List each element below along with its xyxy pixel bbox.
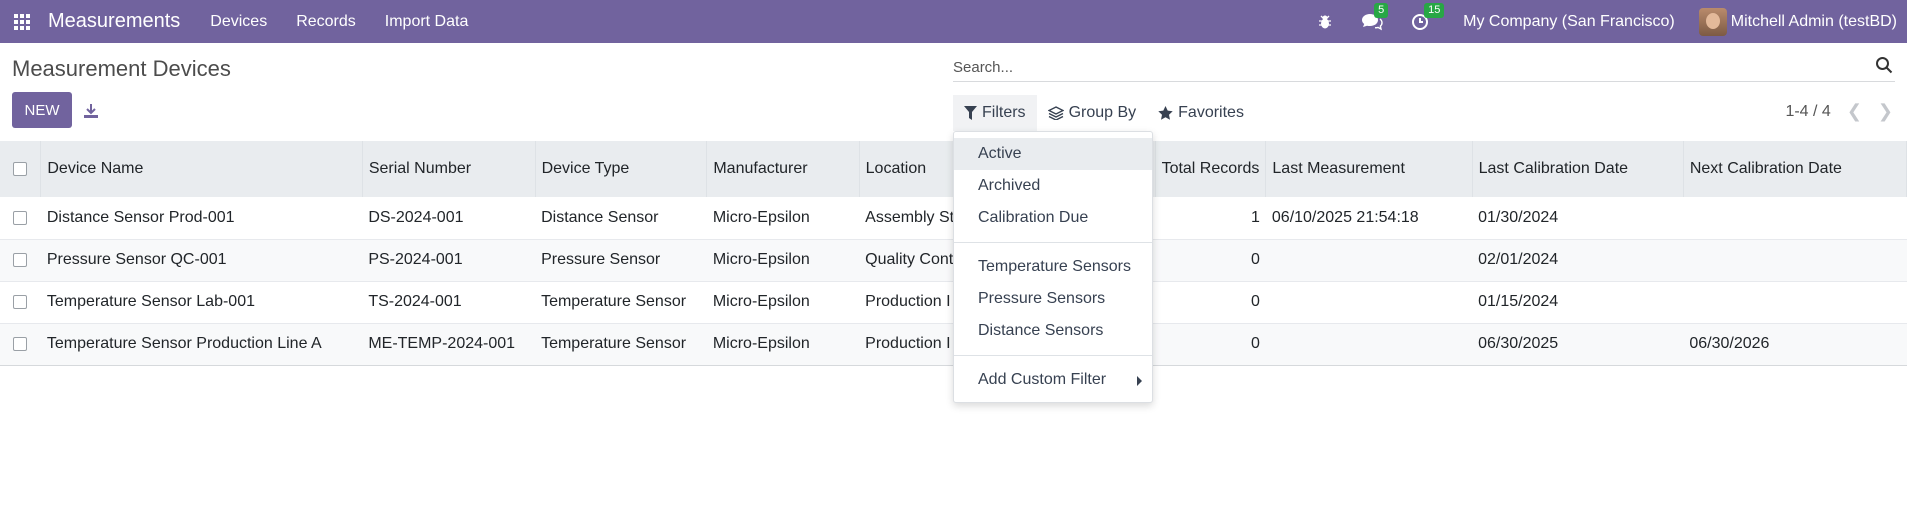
device-name-cell[interactable]: Temperature Sensor Lab-001 [41, 281, 362, 323]
device-name-cell[interactable]: Temperature Sensor Production Line A [41, 323, 362, 365]
avatar [1698, 7, 1727, 36]
column-header[interactable]: Last Calibration Date [1472, 141, 1684, 197]
debug-bug-icon[interactable] [1317, 14, 1333, 30]
device-type-cell[interactable]: Temperature Sensor [535, 323, 707, 365]
add-custom-filter[interactable]: Add Custom Filter [954, 364, 1152, 396]
filter-calibration-due[interactable]: Calibration Due [954, 202, 1152, 234]
last-measurement-cell[interactable] [1266, 239, 1472, 281]
user-name: Mitchell Admin (testBD) [1730, 12, 1897, 30]
column-header[interactable]: Device Type [535, 141, 708, 197]
nav-item-devices[interactable]: Devices [210, 13, 267, 31]
chevron-right-icon[interactable]: ❯ [1878, 101, 1893, 122]
chevron-left-icon[interactable]: ❮ [1847, 101, 1862, 122]
chat-count-badge: 5 [1374, 2, 1389, 18]
manufacturer-cell[interactable]: Micro-Epsilon [707, 239, 859, 281]
serial-cell[interactable]: PS-2024-001 [362, 239, 535, 281]
serial-cell[interactable]: TS-2024-001 [362, 281, 535, 323]
next-calibration-cell[interactable] [1683, 239, 1906, 281]
search-input[interactable] [953, 54, 1853, 80]
row-checkbox[interactable] [0, 281, 41, 323]
filter-distance-sensors[interactable]: Distance Sensors [954, 315, 1152, 347]
last-calibration-cell[interactable]: 06/30/2025 [1472, 323, 1683, 365]
device-type-cell[interactable]: Temperature Sensor [535, 281, 707, 323]
device-name-cell[interactable]: Distance Sensor Prod-001 [41, 197, 362, 239]
last-calibration-cell[interactable]: 02/01/2024 [1472, 239, 1683, 281]
filter-pressure-sensors[interactable]: Pressure Sensors [954, 283, 1152, 315]
dropdown-divider [954, 242, 1152, 243]
filter-icon [964, 106, 977, 120]
star-icon [1158, 106, 1173, 120]
row-checkbox[interactable] [0, 239, 41, 281]
column-header[interactable]: Last Measurement [1265, 141, 1473, 197]
download-icon[interactable] [80, 100, 102, 122]
apps-menu-icon[interactable] [0, 0, 44, 43]
layers-icon [1047, 106, 1064, 120]
dropdown-divider [954, 355, 1152, 356]
device-type-cell[interactable]: Pressure Sensor [535, 239, 707, 281]
last-measurement-cell[interactable] [1266, 323, 1472, 365]
device-type-cell[interactable]: Distance Sensor [535, 197, 707, 239]
column-header[interactable]: Manufacturer [706, 141, 860, 197]
add-custom-filter-label: Add Custom Filter [978, 371, 1107, 388]
group-by-label: Group By [1068, 104, 1137, 121]
serial-cell[interactable]: ME-TEMP-2024-001 [362, 323, 535, 365]
manufacturer-cell[interactable]: Micro-Epsilon [707, 197, 859, 239]
filter-temperature-sensors[interactable]: Temperature Sensors [954, 251, 1152, 283]
manufacturer-cell[interactable]: Micro-Epsilon [707, 281, 859, 323]
company-switcher[interactable]: My Company (San Francisco) [1463, 13, 1675, 31]
total-records-cell[interactable]: 1 [1155, 197, 1266, 239]
next-calibration-cell[interactable]: 06/30/2026 [1683, 323, 1906, 365]
new-button[interactable]: NEW [12, 92, 72, 128]
total-records-cell[interactable]: 0 [1155, 281, 1266, 323]
column-header[interactable]: Next Calibration Date [1683, 141, 1907, 197]
user-menu[interactable]: Mitchell Admin (testBD) [1698, 7, 1897, 36]
favorites-label: Favorites [1178, 104, 1244, 121]
search-bar [953, 54, 1895, 82]
filter-archived[interactable]: Archived [954, 170, 1152, 202]
filters-toggle[interactable]: Filters [953, 95, 1037, 131]
select-all-checkbox[interactable] [0, 141, 42, 197]
last-calibration-cell[interactable]: 01/15/2024 [1472, 281, 1683, 323]
pager-range[interactable]: 1-4 / 4 [1785, 103, 1830, 121]
activity-clock-icon[interactable]: 15 [1411, 2, 1445, 31]
column-header[interactable]: Total Records [1155, 141, 1267, 197]
filters-label: Filters [982, 104, 1026, 121]
total-records-cell[interactable]: 0 [1155, 323, 1266, 365]
caret-right-icon [1137, 376, 1142, 386]
search-panel-toggles: Filters Group By Favorites [953, 95, 1255, 131]
app-brand[interactable]: Measurements [48, 10, 180, 33]
serial-cell[interactable]: DS-2024-001 [362, 197, 535, 239]
manufacturer-cell[interactable]: Micro-Epsilon [707, 323, 859, 365]
filters-dropdown: Active Archived Calibration Due Temperat… [953, 131, 1153, 403]
chat-messages-icon[interactable]: 5 [1361, 2, 1389, 31]
last-measurement-cell[interactable] [1266, 281, 1472, 323]
top-navbar: Measurements Devices Records Import Data… [0, 0, 1907, 43]
column-header[interactable]: Device Name [40, 141, 363, 197]
next-calibration-cell[interactable] [1683, 281, 1906, 323]
total-records-cell[interactable]: 0 [1155, 239, 1266, 281]
favorites-toggle[interactable]: Favorites [1147, 95, 1255, 131]
device-name-cell[interactable]: Pressure Sensor QC-001 [41, 239, 362, 281]
nav-item-import-data[interactable]: Import Data [385, 13, 469, 31]
search-icon[interactable] [1875, 56, 1893, 79]
row-checkbox[interactable] [0, 197, 41, 239]
last-measurement-cell[interactable]: 06/10/2025 21:54:18 [1266, 197, 1472, 239]
filter-active[interactable]: Active [954, 138, 1152, 170]
nav-item-records[interactable]: Records [296, 13, 356, 31]
activity-count-badge: 15 [1424, 2, 1445, 18]
last-calibration-cell[interactable]: 01/30/2024 [1472, 197, 1683, 239]
column-header[interactable]: Serial Number [362, 141, 536, 197]
row-checkbox[interactable] [0, 323, 41, 365]
group-by-toggle[interactable]: Group By [1037, 95, 1148, 131]
pager: 1-4 / 4 ❮ ❯ [1785, 101, 1893, 122]
page-title: Measurement Devices [12, 56, 231, 81]
next-calibration-cell[interactable] [1683, 197, 1906, 239]
